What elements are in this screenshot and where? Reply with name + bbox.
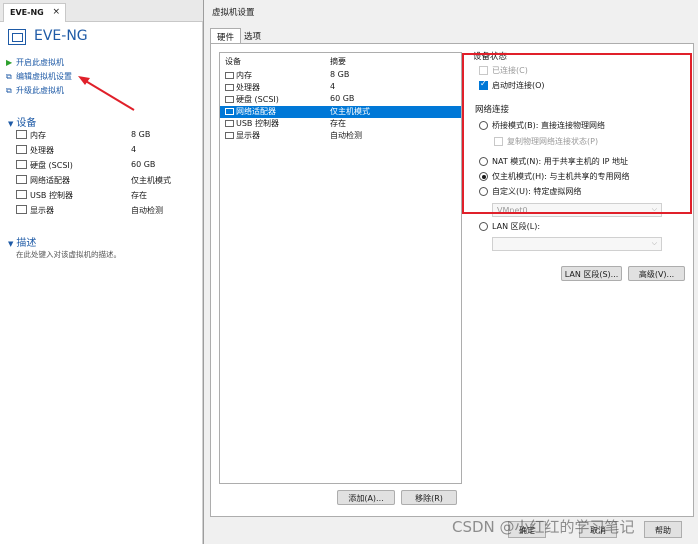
list-item-network[interactable]: 网络适配器 仅主机模式 bbox=[220, 106, 461, 118]
watermark: CSDN @小红红的学习笔记 bbox=[452, 518, 635, 536]
lan-segments-button[interactable]: LAN 区段(S)... bbox=[561, 266, 622, 281]
devices-header[interactable]: ▼ 设备 bbox=[8, 114, 36, 129]
cpu-icon bbox=[16, 145, 27, 154]
help-button[interactable]: 帮助 bbox=[644, 521, 682, 538]
device-row-memory[interactable]: 内存 8 GB bbox=[16, 129, 196, 144]
tab-options[interactable]: 选项 bbox=[238, 28, 267, 43]
hard-disk-icon bbox=[16, 160, 27, 169]
description-text[interactable]: 在此处键入对该虚拟机的描述。 bbox=[16, 249, 121, 260]
column-device[interactable]: 设备 bbox=[225, 56, 241, 67]
device-row-disk[interactable]: 硬盘 (SCSI) 60 GB bbox=[16, 159, 196, 174]
display-icon bbox=[16, 205, 27, 214]
list-item-usb[interactable]: USB 控制器 存在 bbox=[220, 118, 461, 130]
red-arrow-annotation bbox=[78, 76, 135, 111]
edit-settings-icon: ⧉ bbox=[6, 72, 12, 81]
device-list: 设备 摘要 内存 8 GB 处理器 4 硬盘 (SCSI) 60 GB 网络适配… bbox=[219, 52, 462, 484]
network-adapter-icon bbox=[16, 175, 27, 184]
tab-eve-ng[interactable]: EVE-NG × bbox=[3, 3, 66, 22]
chevron-down-icon: ⌵ bbox=[651, 239, 657, 247]
network-adapter-icon bbox=[225, 108, 234, 115]
cpu-icon bbox=[225, 84, 234, 91]
list-item-memory[interactable]: 内存 8 GB bbox=[220, 70, 461, 82]
hard-disk-icon bbox=[225, 96, 234, 103]
close-icon[interactable]: × bbox=[52, 7, 60, 17]
vm-settings-dialog: 虚拟机设置 硬件 选项 设备 摘要 内存 8 GB 处理器 4 硬盘 (SCSI… bbox=[203, 0, 698, 544]
device-row-usb[interactable]: USB 控制器 存在 bbox=[16, 189, 196, 204]
collapse-icon: ▼ bbox=[8, 240, 14, 248]
list-item-display[interactable]: 显示器 自动检测 bbox=[220, 130, 461, 142]
vm-title: EVE-NG bbox=[34, 28, 88, 44]
list-item-disk[interactable]: 硬盘 (SCSI) 60 GB bbox=[220, 94, 461, 106]
tab-bar: EVE-NG × bbox=[0, 0, 203, 22]
power-on-link[interactable]: ▶ 开启此虚拟机 bbox=[6, 57, 64, 68]
collapse-icon: ▼ bbox=[8, 120, 14, 128]
lan-segment-radio[interactable] bbox=[479, 222, 488, 231]
vm-icon bbox=[8, 29, 26, 45]
column-summary[interactable]: 摘要 bbox=[330, 56, 346, 67]
add-button[interactable]: 添加(A)... bbox=[337, 490, 395, 505]
highlight-box bbox=[462, 53, 692, 214]
lan-segment-select[interactable]: ⌵ bbox=[492, 237, 662, 251]
device-row-network[interactable]: 网络适配器 仅主机模式 bbox=[16, 174, 196, 189]
memory-icon bbox=[16, 130, 27, 139]
vm-summary-pane: EVE-NG × EVE-NG ▶ 开启此虚拟机 ⧉ 编辑虚拟机设置 ⧉ 升级此虚拟机… bbox=[0, 0, 203, 544]
remove-button[interactable]: 移除(R) bbox=[401, 490, 457, 505]
list-item-cpu[interactable]: 处理器 4 bbox=[220, 82, 461, 94]
dialog-title: 虚拟机设置 bbox=[212, 8, 255, 18]
advanced-button[interactable]: 高级(V)... bbox=[628, 266, 685, 281]
device-row-display[interactable]: 显示器 自动检测 bbox=[16, 204, 196, 219]
tab-label: EVE-NG bbox=[10, 8, 44, 17]
display-icon bbox=[225, 132, 234, 139]
play-icon: ▶ bbox=[6, 58, 13, 67]
usb-icon bbox=[16, 190, 27, 199]
lan-segment-label: LAN 区段(L): bbox=[492, 222, 541, 231]
memory-icon bbox=[225, 72, 234, 79]
tab-hardware[interactable]: 硬件 bbox=[210, 28, 242, 44]
list-header: 设备 摘要 bbox=[220, 53, 461, 67]
upgrade-icon: ⧉ bbox=[6, 86, 12, 95]
device-row-cpu[interactable]: 处理器 4 bbox=[16, 144, 196, 159]
usb-icon bbox=[225, 120, 234, 127]
description-header[interactable]: ▼ 描述 bbox=[8, 234, 36, 249]
